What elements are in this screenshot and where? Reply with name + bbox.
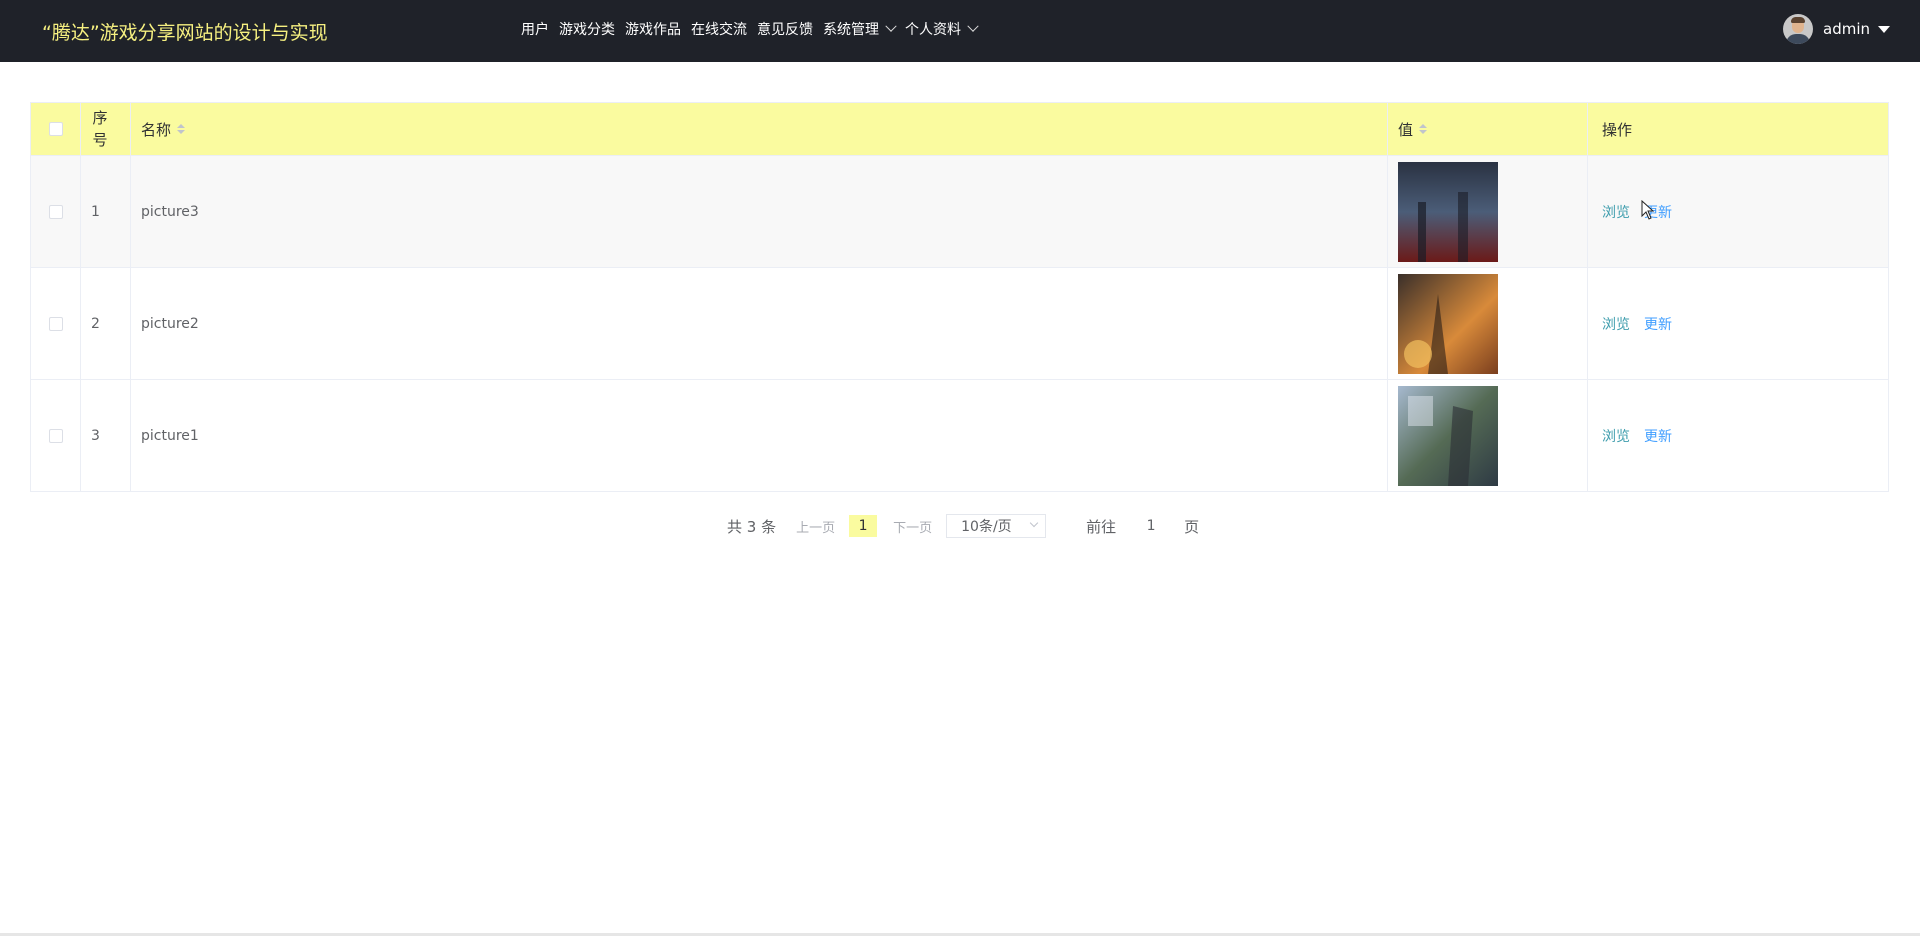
nav-item-game-categories[interactable]: 游戏分类 bbox=[559, 19, 615, 39]
table-row: 2 picture2 浏览 更新 bbox=[31, 268, 1888, 380]
username: admin bbox=[1823, 20, 1870, 38]
mouse-pointer-icon bbox=[1641, 200, 1655, 220]
avatar bbox=[1783, 14, 1813, 44]
picture-thumbnail[interactable] bbox=[1398, 385, 1498, 486]
column-label: 值 bbox=[1398, 120, 1414, 139]
table-row: 3 picture1 浏览 更新 bbox=[31, 380, 1888, 492]
user-menu[interactable]: admin bbox=[1783, 14, 1890, 44]
select-cell bbox=[31, 268, 81, 379]
nav-label: 游戏分类 bbox=[559, 22, 615, 38]
next-page-button[interactable]: 下一页 bbox=[893, 517, 932, 536]
pagination: 共 3 条 上一页 1 下一页 10条/页 前往 页 bbox=[727, 512, 1199, 540]
nav-item-system-management[interactable]: 系统管理 bbox=[823, 19, 897, 39]
view-link[interactable]: 浏览 bbox=[1602, 202, 1630, 222]
column-header-actions: 操作 bbox=[1588, 103, 1888, 155]
nav-item-online-chat[interactable]: 在线交流 bbox=[691, 19, 747, 39]
nav-label: 个人资料 bbox=[905, 22, 961, 38]
page-number-current[interactable]: 1 bbox=[849, 515, 878, 537]
select-all-checkbox[interactable] bbox=[48, 122, 63, 136]
site-title: “腾达”游戏分享网站的设计与实现 bbox=[42, 22, 328, 44]
total-count: 共 3 条 bbox=[727, 517, 777, 536]
prev-page-button[interactable]: 上一页 bbox=[796, 517, 835, 536]
update-link[interactable]: 更新 bbox=[1644, 314, 1672, 334]
picture-thumbnail[interactable] bbox=[1398, 161, 1498, 262]
row-checkbox[interactable] bbox=[48, 204, 63, 219]
index-cell: 2 bbox=[81, 268, 131, 379]
main-nav: 用户 游戏分类 游戏作品 在线交流 意见反馈 系统管理 个人资料 bbox=[521, 19, 987, 39]
row-checkbox[interactable] bbox=[48, 428, 63, 443]
column-label: 操作 bbox=[1602, 120, 1633, 139]
select-cell bbox=[31, 380, 81, 491]
sort-icon[interactable] bbox=[1419, 124, 1428, 134]
view-link[interactable]: 浏览 bbox=[1602, 314, 1630, 334]
view-link[interactable]: 浏览 bbox=[1602, 426, 1630, 446]
value-cell bbox=[1388, 268, 1588, 379]
nav-item-users[interactable]: 用户 bbox=[521, 19, 549, 39]
caret-down-icon bbox=[1878, 25, 1890, 33]
index-cell: 3 bbox=[81, 380, 131, 491]
actions-cell: 浏览 更新 bbox=[1588, 156, 1888, 267]
column-label: 序号 bbox=[92, 109, 108, 149]
page-suffix: 页 bbox=[1184, 517, 1200, 536]
picture-thumbnail[interactable] bbox=[1398, 273, 1498, 374]
actions-cell: 浏览 更新 bbox=[1588, 268, 1888, 379]
value-cell bbox=[1388, 156, 1588, 267]
nav-label: 意见反馈 bbox=[757, 22, 813, 38]
nav-label: 在线交流 bbox=[691, 22, 747, 38]
page-size-select[interactable]: 10条/页 bbox=[946, 514, 1047, 538]
column-label: 名称 bbox=[141, 120, 172, 139]
data-table: 序号 名称 值 操作 1 picture3 浏览 更新 2 picture2 浏… bbox=[30, 102, 1889, 492]
index-cell: 1 bbox=[81, 156, 131, 267]
actions-cell: 浏览 更新 bbox=[1588, 380, 1888, 491]
nav-label: 系统管理 bbox=[823, 22, 879, 38]
top-navbar: “腾达”游戏分享网站的设计与实现 用户 游戏分类 游戏作品 在线交流 意见反馈 … bbox=[0, 0, 1920, 62]
chevron-down-icon bbox=[1029, 518, 1039, 528]
goto-page-input[interactable] bbox=[1128, 512, 1175, 540]
chevron-down-icon bbox=[967, 20, 979, 32]
chevron-down-icon bbox=[885, 20, 897, 32]
column-header-value[interactable]: 值 bbox=[1388, 103, 1588, 155]
name-cell: picture3 bbox=[131, 156, 1388, 267]
nav-item-game-works[interactable]: 游戏作品 bbox=[625, 19, 681, 39]
column-header-name[interactable]: 名称 bbox=[131, 103, 1388, 155]
name-cell: picture2 bbox=[131, 268, 1388, 379]
nav-label: 用户 bbox=[521, 22, 549, 38]
row-checkbox[interactable] bbox=[48, 316, 63, 331]
select-cell bbox=[31, 156, 81, 267]
nav-item-feedback[interactable]: 意见反馈 bbox=[757, 19, 813, 39]
nav-item-profile[interactable]: 个人资料 bbox=[905, 19, 979, 39]
sort-icon[interactable] bbox=[177, 124, 186, 134]
table-header: 序号 名称 值 操作 bbox=[31, 103, 1888, 156]
update-link[interactable]: 更新 bbox=[1644, 426, 1672, 446]
value-cell bbox=[1388, 380, 1588, 491]
table-row: 1 picture3 浏览 更新 bbox=[31, 156, 1888, 268]
page-size-value: 10条/页 bbox=[961, 519, 1012, 535]
goto-label: 前往 bbox=[1086, 517, 1117, 536]
select-all-cell bbox=[31, 103, 81, 155]
name-cell: picture1 bbox=[131, 380, 1388, 491]
nav-label: 游戏作品 bbox=[625, 22, 681, 38]
column-header-index: 序号 bbox=[81, 103, 131, 155]
